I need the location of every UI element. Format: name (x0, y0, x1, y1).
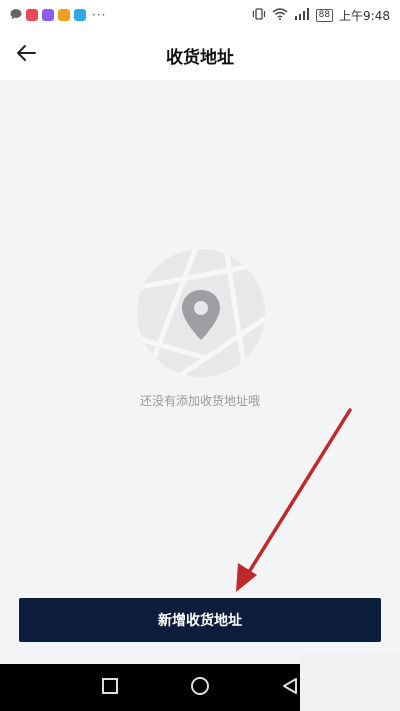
vibrate-icon (252, 7, 266, 23)
page-title: 收货地址 (166, 47, 234, 68)
triangle-back-icon (281, 677, 299, 699)
app-notification-icon (58, 9, 70, 21)
recent-apps-button[interactable] (80, 664, 140, 711)
page-header: 收货地址 (0, 30, 400, 80)
app-notification-icon (74, 9, 86, 21)
back-button[interactable] (10, 40, 42, 70)
circle-icon (190, 676, 210, 700)
more-notifications-icon: ··· (92, 8, 107, 22)
signal-icon (294, 7, 310, 23)
system-icons: 88 上午9:48 (252, 7, 390, 24)
clock: 上午9:48 (339, 8, 390, 23)
address-list-empty: 还没有添加收货地址哦 新增收货地址 (0, 80, 400, 664)
app-notification-icon (42, 9, 54, 21)
app-notification-icon (26, 9, 38, 21)
battery-indicator: 88 (315, 8, 334, 22)
wifi-icon (272, 7, 288, 23)
empty-map-illustration (136, 248, 266, 378)
chat-bubble-icon (10, 8, 22, 23)
status-bar: ··· 88 上午9:48 (0, 0, 400, 30)
square-icon (101, 677, 119, 699)
screen-corner-overlay (300, 654, 400, 711)
home-button[interactable] (170, 664, 230, 711)
empty-state-message: 还没有添加收货地址哦 (139, 394, 260, 408)
add-address-button[interactable]: 新增收货地址 (19, 598, 381, 642)
arrow-left-icon (15, 44, 37, 66)
notification-icons: ··· (10, 8, 106, 23)
